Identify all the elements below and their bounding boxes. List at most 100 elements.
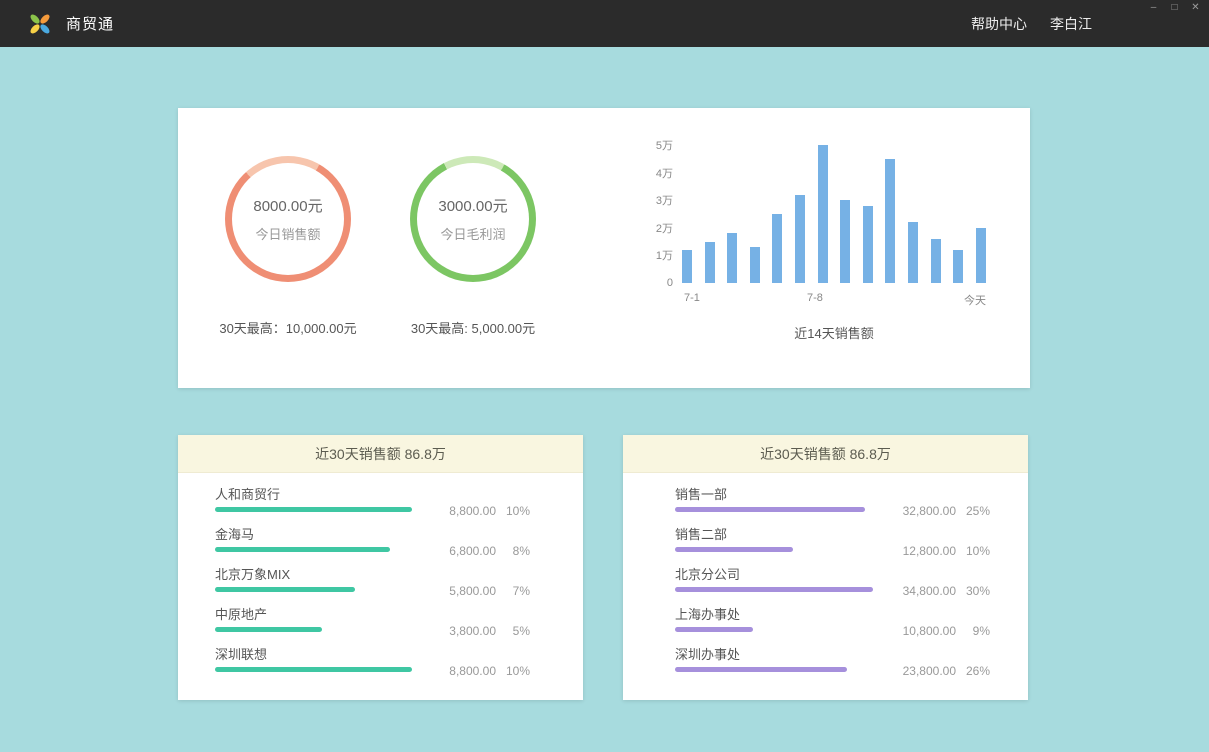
item-percent: 30% xyxy=(956,584,990,598)
sales-bar xyxy=(727,233,737,283)
item-progress-bar xyxy=(675,627,753,632)
list-item: 金海马 6,800.008% xyxy=(215,527,530,567)
item-name: 上海办事处 xyxy=(675,607,990,622)
item-value: 8,800.0010% xyxy=(449,664,530,678)
item-amount: 34,800.00 xyxy=(903,584,956,598)
sales-bar xyxy=(976,228,986,283)
item-value: 32,800.0025% xyxy=(903,504,990,518)
maximize-button[interactable]: □ xyxy=(1168,2,1181,14)
sales-bar xyxy=(840,200,850,283)
item-amount: 32,800.00 xyxy=(903,504,956,518)
sales-bar xyxy=(885,159,895,283)
app-logo-icon xyxy=(27,11,53,37)
item-value: 12,800.0010% xyxy=(903,544,990,558)
app-title: 商贸通 xyxy=(66,13,114,34)
x-tick-label: 7-8 xyxy=(807,292,823,304)
item-percent: 26% xyxy=(956,664,990,678)
item-name: 金海马 xyxy=(215,527,530,542)
y-tick-label: 5万 xyxy=(656,137,673,153)
item-progress-bar xyxy=(215,627,322,632)
customer-sales-list: 人和商贸行8,800.0010%金海马 6,800.008% 北京万象MIX 5,80… xyxy=(178,473,583,687)
item-amount: 5,800.00 xyxy=(449,584,496,598)
item-percent: 10% xyxy=(496,664,530,678)
item-name: 深圳办事处 xyxy=(675,647,990,662)
department-sales-list: 销售一部 32,800.0025% 销售二部 12,800.0010% 北京分公司 34,… xyxy=(623,473,1028,687)
username[interactable]: 李白江 xyxy=(1050,14,1092,34)
profit-30d-max: 30天最高: 5,000.00元 xyxy=(411,318,535,337)
item-progress-bar xyxy=(215,507,412,512)
item-progress-bar xyxy=(215,587,355,592)
today-profit-block: 3000.00元 今日毛利润 30天最高: 5,000.00元 xyxy=(373,156,573,337)
sales-30d-max: 30天最高：10,000.00元 xyxy=(219,318,356,337)
sales-bar xyxy=(795,195,805,283)
today-sales-label: 今日销售额 xyxy=(255,224,320,243)
item-progress-bar xyxy=(675,547,793,552)
y-tick-label: 2万 xyxy=(656,220,673,236)
list-item: 人和商贸行8,800.0010% xyxy=(215,487,530,527)
list-item: 深圳办事处 23,800.0026% xyxy=(675,647,990,687)
item-amount: 8,800.00 xyxy=(449,504,496,518)
list-item: 上海办事处10,800.009% xyxy=(675,607,990,647)
panel-title: 近30天销售额 86.8万 xyxy=(178,435,583,473)
window-controls: – □ ✕ xyxy=(1147,2,1202,14)
y-tick-label: 1万 xyxy=(656,247,673,263)
item-amount: 12,800.00 xyxy=(903,544,956,558)
customer-sales-panel: 近30天销售额 86.8万 人和商贸行8,800.0010%金海马 6,800.0… xyxy=(178,435,583,700)
item-percent: 5% xyxy=(496,624,530,638)
item-percent: 7% xyxy=(496,584,530,598)
item-progress-bar xyxy=(675,507,865,512)
item-amount: 6,800.00 xyxy=(449,544,496,558)
item-value: 23,800.0026% xyxy=(903,664,990,678)
item-name: 深圳联想 xyxy=(215,647,530,662)
item-name: 北京万象MIX xyxy=(215,567,530,582)
list-item: 北京万象MIX 5,800.007% xyxy=(215,567,530,607)
item-name: 北京分公司 xyxy=(675,567,990,582)
item-value: 34,800.0030% xyxy=(903,584,990,598)
item-percent: 25% xyxy=(956,504,990,518)
item-progress-bar xyxy=(215,667,412,672)
ring-inner: 8000.00元 今日销售额 xyxy=(232,163,344,275)
today-sales-value: 8000.00元 xyxy=(253,195,322,216)
list-item: 北京分公司 34,800.0030% xyxy=(675,567,990,607)
item-name: 销售二部 xyxy=(675,527,990,542)
help-center-link[interactable]: 帮助中心 xyxy=(971,14,1027,34)
department-sales-panel: 近30天销售额 86.8万 销售一部 32,800.0025% 销售二部 12,800… xyxy=(623,435,1028,700)
topbar: – □ ✕ 商贸通 帮助中心 李白江 xyxy=(0,0,1209,47)
item-value: 8,800.0010% xyxy=(449,504,530,518)
sales-bar xyxy=(953,250,963,283)
today-sales-ring-chart: 8000.00元 今日销售额 xyxy=(225,156,351,282)
item-percent: 10% xyxy=(496,504,530,518)
sales-bar xyxy=(818,145,828,283)
y-axis: 01万2万3万4万5万 xyxy=(646,145,682,283)
panel-title: 近30天销售额 86.8万 xyxy=(623,435,1028,473)
item-percent: 10% xyxy=(956,544,990,558)
x-tick-label: 今天 xyxy=(964,292,986,308)
topbar-left: 商贸通 xyxy=(27,11,114,37)
item-progress-bar xyxy=(675,667,847,672)
item-name: 销售一部 xyxy=(675,487,990,502)
close-button[interactable]: ✕ xyxy=(1189,2,1202,14)
sales-bar xyxy=(931,239,941,283)
minimize-button[interactable]: – xyxy=(1147,2,1160,14)
item-name: 中原地产 xyxy=(215,607,530,622)
today-sales-block: 8000.00元 今日销售额 30天最高：10,000.00元 xyxy=(188,156,388,337)
list-item: 深圳联想 8,800.0010% xyxy=(215,647,530,687)
item-amount: 23,800.00 xyxy=(903,664,956,678)
item-value: 5,800.007% xyxy=(449,584,530,598)
today-profit-value: 3000.00元 xyxy=(438,195,507,216)
sales-bar xyxy=(863,206,873,283)
item-value: 3,800.005% xyxy=(449,624,530,638)
x-tick-label: 7-1 xyxy=(684,292,700,304)
sales-14d-bar-chart: 01万2万3万4万5万 7-1 7-8 今天 近14天销售额 xyxy=(646,138,992,342)
item-percent: 9% xyxy=(956,624,990,638)
item-amount: 8,800.00 xyxy=(449,664,496,678)
item-amount: 3,800.00 xyxy=(449,624,496,638)
item-percent: 8% xyxy=(496,544,530,558)
sales-bar xyxy=(750,247,760,283)
sales-bar xyxy=(682,250,692,283)
y-tick-label: 3万 xyxy=(656,192,673,208)
x-axis: 7-1 7-8 今天 xyxy=(682,292,986,306)
item-progress-bar xyxy=(675,587,873,592)
list-item: 销售一部 32,800.0025% xyxy=(675,487,990,527)
today-profit-label: 今日毛利润 xyxy=(440,224,505,243)
